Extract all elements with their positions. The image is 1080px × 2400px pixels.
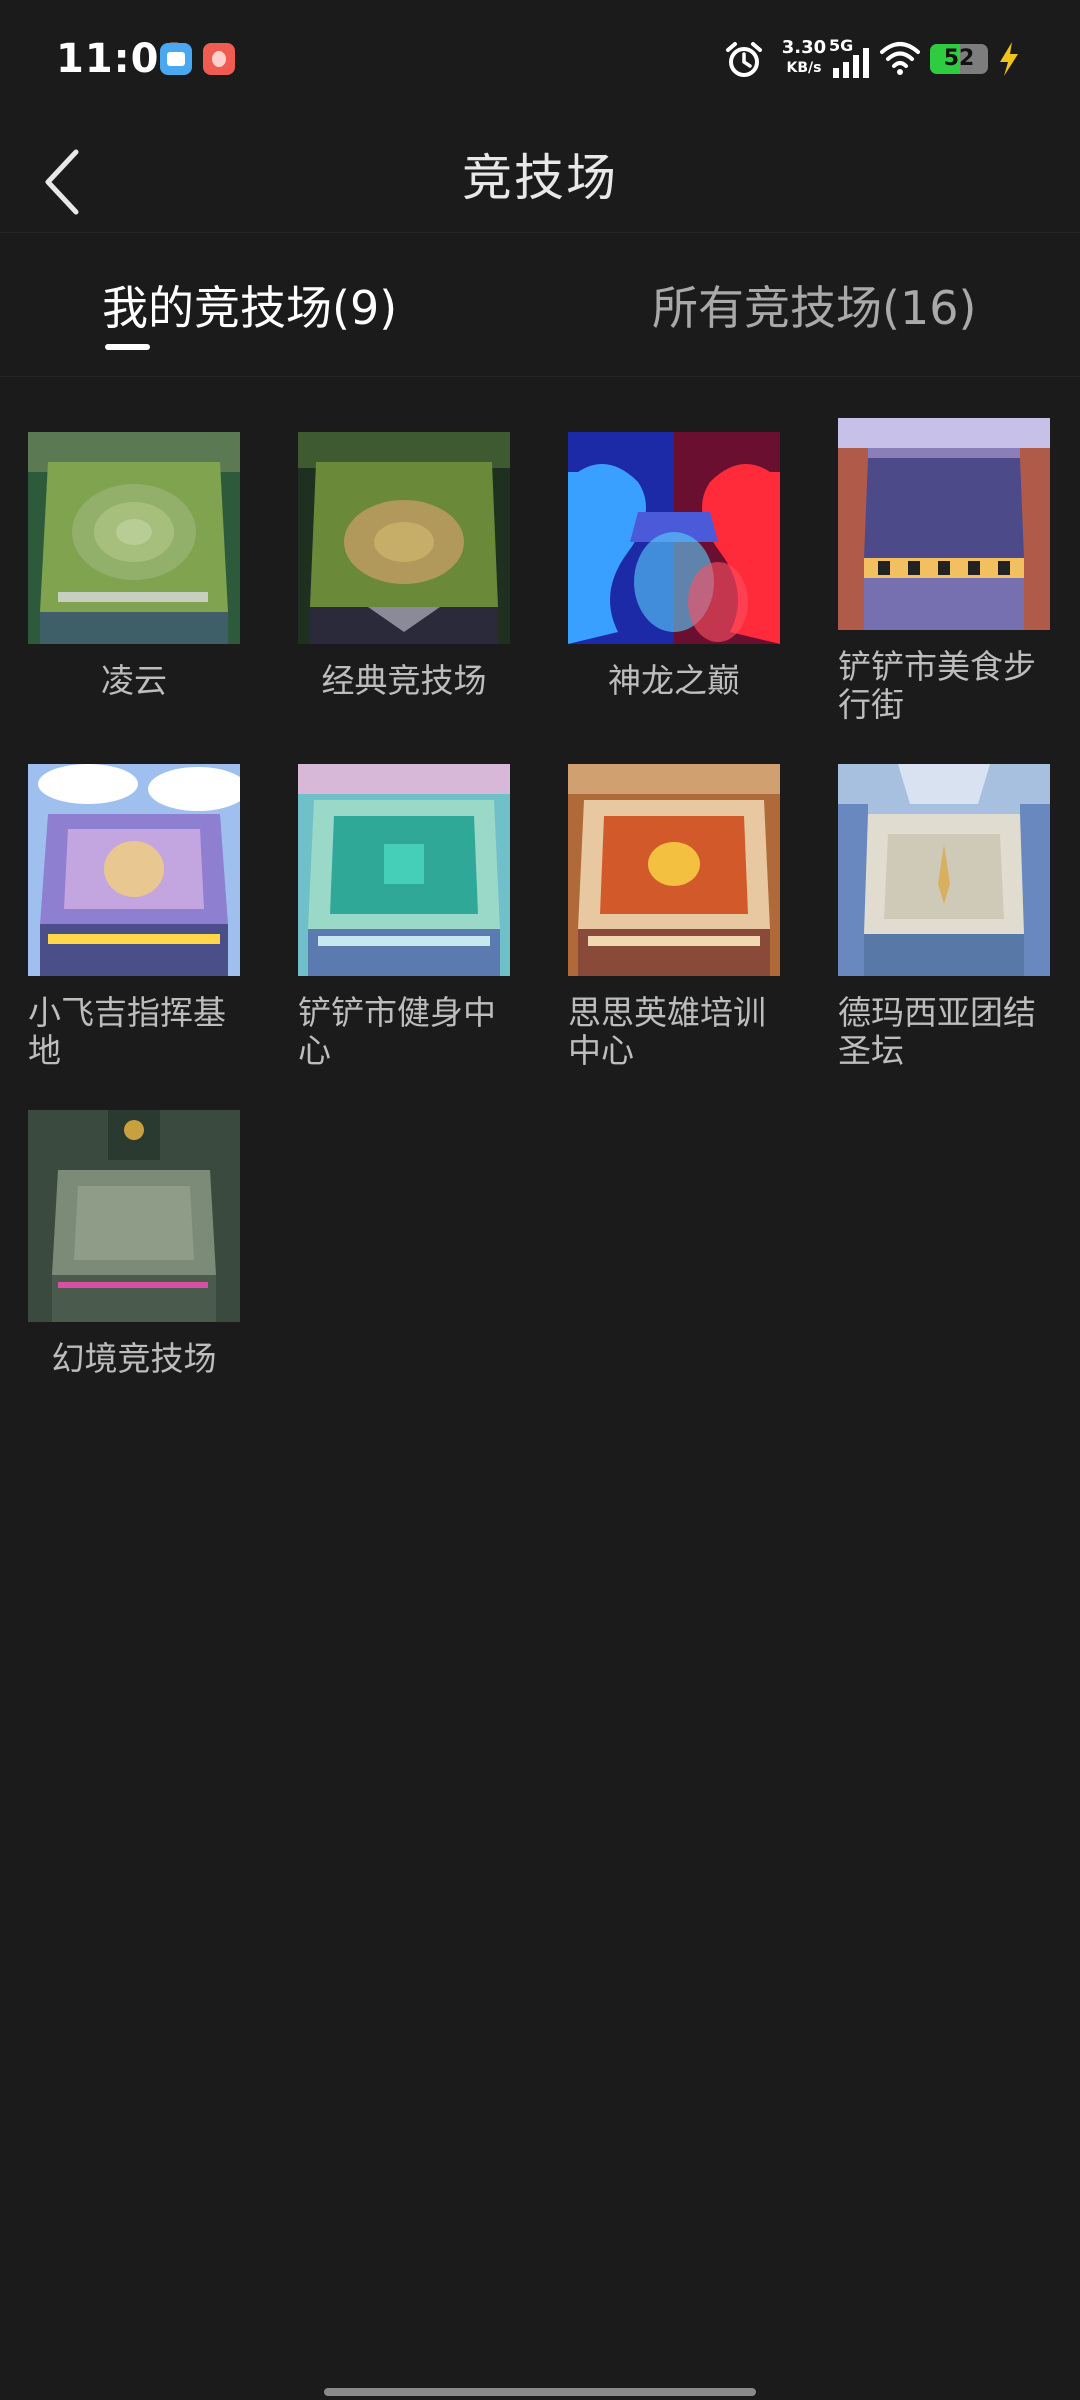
arena-name: 神龙之巅 bbox=[608, 661, 740, 700]
active-tab-indicator bbox=[105, 344, 150, 350]
arena-name: 铲铲市美食步行街 bbox=[838, 647, 1036, 724]
arena-thumbnail bbox=[838, 418, 1050, 630]
charging-icon bbox=[1000, 42, 1018, 76]
network-speed-unit: KB/s bbox=[786, 60, 822, 76]
app-notification-icon-red bbox=[203, 43, 235, 75]
network-speed: 3.30 KB/s bbox=[774, 38, 834, 78]
tab-my-arenas[interactable]: 我的竞技场(9) bbox=[102, 272, 397, 338]
top-app-bar: 竞技场 bbox=[0, 120, 1080, 233]
arena-card[interactable]: 德玛西亚团结圣坛 bbox=[838, 764, 1050, 1070]
home-indicator[interactable] bbox=[324, 2388, 756, 2396]
status-bar: 11:01 3.30 KB/s 5G 52 bbox=[0, 0, 1080, 120]
arena-card[interactable]: 铲铲市健身中心 bbox=[298, 764, 510, 1070]
page-title: 竞技场 bbox=[462, 149, 618, 207]
network-speed-value: 3.30 bbox=[781, 37, 827, 58]
arena-thumbnail bbox=[28, 1110, 240, 1322]
arena-name: 经典竞技场 bbox=[321, 661, 487, 700]
arena-name: 思思英雄培训中心 bbox=[568, 993, 766, 1070]
arena-thumbnail bbox=[568, 432, 780, 644]
arena-thumbnail bbox=[568, 764, 780, 976]
arena-name: 小飞吉指挥基地 bbox=[28, 993, 226, 1070]
tab-all-arenas[interactable]: 所有竞技场(16) bbox=[652, 272, 976, 338]
alarm-icon bbox=[726, 42, 762, 77]
arena-thumbnail bbox=[298, 432, 510, 644]
arena-card[interactable]: 思思英雄培训中心 bbox=[568, 764, 780, 1070]
app-notification-icon-blue bbox=[160, 43, 192, 75]
battery-icon: 52 bbox=[930, 44, 988, 74]
arena-thumbnail bbox=[838, 764, 1050, 976]
arena-thumbnail bbox=[28, 432, 240, 644]
arena-thumbnail bbox=[298, 764, 510, 976]
signal-icon bbox=[833, 48, 869, 78]
arena-thumbnail bbox=[28, 764, 240, 976]
arena-name: 幻境竞技场 bbox=[51, 1339, 217, 1378]
tab-bar: 我的竞技场(9) 所有竞技场(16) bbox=[0, 232, 1080, 377]
arena-name: 凌云 bbox=[101, 661, 167, 700]
arena-card[interactable]: 神龙之巅 bbox=[568, 432, 780, 700]
arena-name: 铲铲市健身中心 bbox=[298, 993, 496, 1070]
battery-level: 52 bbox=[943, 46, 975, 71]
arena-card[interactable]: 经典竞技场 bbox=[298, 432, 510, 700]
arena-card[interactable]: 小飞吉指挥基地 bbox=[28, 764, 240, 1070]
arena-card[interactable]: 凌云 bbox=[28, 432, 240, 700]
arena-card[interactable]: 幻境竞技场 bbox=[28, 1110, 240, 1378]
arena-name: 德玛西亚团结圣坛 bbox=[838, 993, 1036, 1070]
arena-card[interactable]: 铲铲市美食步行街 bbox=[838, 418, 1050, 724]
wifi-icon bbox=[880, 42, 920, 75]
